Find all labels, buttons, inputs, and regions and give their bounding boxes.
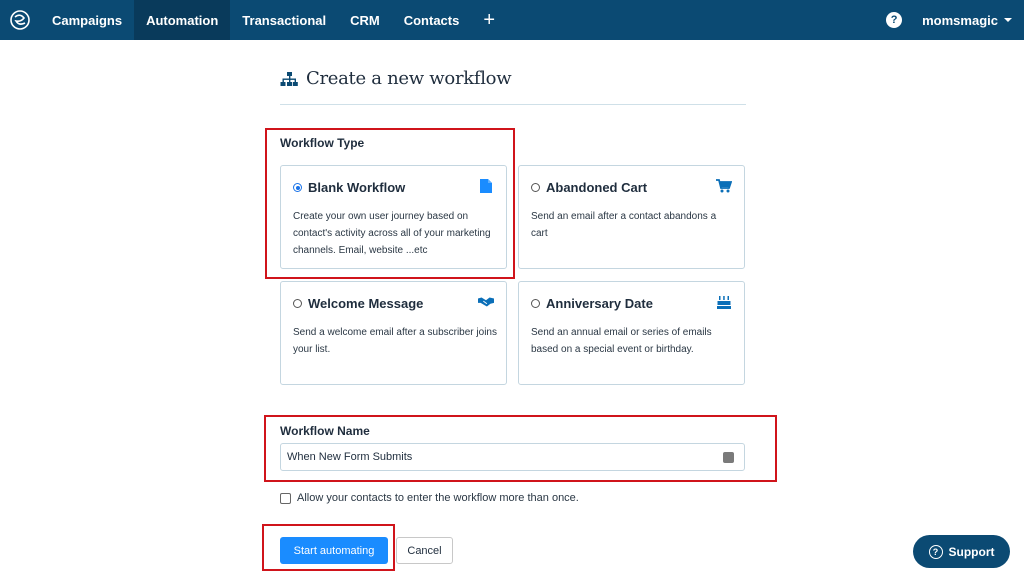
card-title: Blank Workflow bbox=[308, 180, 406, 195]
page-title-row: Create a new workflow bbox=[280, 68, 512, 89]
card-head: Anniversary Date bbox=[531, 296, 653, 311]
workflow-card-abandoned-cart[interactable]: Abandoned Cart Send an email after a con… bbox=[518, 165, 745, 269]
nav-right-group: ? momsmagic bbox=[886, 0, 1024, 40]
user-menu[interactable]: momsmagic bbox=[922, 13, 1012, 28]
document-icon bbox=[478, 178, 494, 194]
title-divider bbox=[280, 104, 746, 105]
support-label: Support bbox=[948, 544, 995, 559]
user-name: momsmagic bbox=[922, 12, 998, 28]
nav-contacts[interactable]: Contacts bbox=[392, 0, 472, 40]
add-nav-plus-icon[interactable]: + bbox=[471, 0, 507, 40]
reentry-option[interactable]: Allow your contacts to enter the workflo… bbox=[280, 492, 579, 504]
card-head: Welcome Message bbox=[293, 296, 423, 311]
page-title: Create a new workflow bbox=[306, 68, 512, 89]
workflow-card-blank[interactable]: Blank Workflow Create your own user jour… bbox=[280, 165, 507, 269]
workflow-name-value: When New Form Submits bbox=[287, 451, 413, 463]
nav-campaigns[interactable]: Campaigns bbox=[40, 0, 134, 40]
top-navigation-bar: Campaigns Automation Transactional CRM C… bbox=[0, 0, 1024, 40]
start-automating-button[interactable]: Start automating bbox=[280, 537, 388, 564]
radio-welcome-message[interactable] bbox=[293, 299, 302, 308]
support-button[interactable]: ? Support bbox=[913, 535, 1010, 568]
card-description: Send a welcome email after a subscriber … bbox=[293, 327, 497, 355]
card-head: Blank Workflow bbox=[293, 180, 405, 195]
nav-transactional[interactable]: Transactional bbox=[230, 0, 338, 40]
cake-icon bbox=[716, 294, 732, 310]
card-description: Create your own user journey based on co… bbox=[293, 211, 491, 256]
workflow-type-label: Workflow Type bbox=[280, 136, 365, 150]
workflow-name-label: Workflow Name bbox=[280, 424, 370, 438]
reentry-label: Allow your contacts to enter the workflo… bbox=[297, 492, 579, 504]
handshake-icon bbox=[478, 294, 494, 310]
card-title: Abandoned Cart bbox=[546, 180, 648, 195]
card-title: Welcome Message bbox=[308, 296, 424, 311]
card-title: Anniversary Date bbox=[546, 296, 653, 311]
nav-automation[interactable]: Automation bbox=[134, 0, 231, 40]
chevron-down-icon bbox=[1004, 18, 1012, 22]
radio-blank-workflow[interactable] bbox=[293, 183, 302, 192]
brand-logo-icon[interactable] bbox=[0, 0, 40, 40]
radio-anniversary-date[interactable] bbox=[531, 299, 540, 308]
reentry-checkbox[interactable] bbox=[280, 492, 291, 504]
card-description: Send an annual email or series of emails… bbox=[531, 327, 712, 355]
help-icon[interactable]: ? bbox=[886, 12, 903, 28]
question-circle-icon: ? bbox=[928, 544, 943, 559]
card-head: Abandoned Cart bbox=[531, 180, 647, 195]
workflow-card-welcome-message[interactable]: Welcome Message Send a welcome email aft… bbox=[280, 281, 507, 385]
card-description: Send an email after a contact abandons a… bbox=[531, 211, 717, 239]
cart-icon bbox=[716, 178, 732, 194]
workflow-card-anniversary-date[interactable]: Anniversary Date Send an annual email or… bbox=[518, 281, 745, 385]
workflow-tree-icon bbox=[280, 71, 298, 86]
workflow-name-input[interactable]: When New Form Submits bbox=[280, 443, 745, 471]
autofill-icon[interactable] bbox=[723, 452, 734, 463]
nav-crm[interactable]: CRM bbox=[338, 0, 392, 40]
radio-abandoned-cart[interactable] bbox=[531, 183, 540, 192]
cancel-button[interactable]: Cancel bbox=[396, 537, 453, 564]
